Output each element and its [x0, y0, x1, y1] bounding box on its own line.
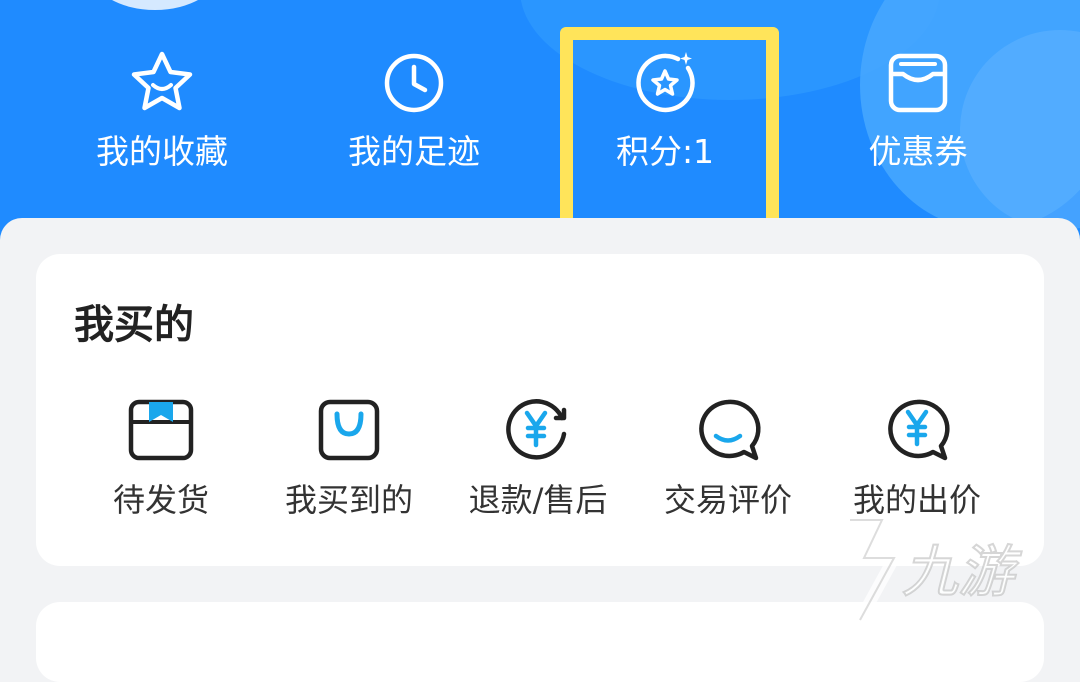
section-title: 我买的 [74, 302, 194, 348]
highlight-box [560, 27, 779, 240]
pending-shipment-label: 待发货 [112, 481, 209, 519]
pending-shipment-entry[interactable]: 待发货 [66, 398, 256, 528]
chat-smile-icon [699, 399, 761, 461]
coupon-label: 优惠券 [868, 132, 968, 171]
favorites-label: 我的收藏 [96, 132, 228, 171]
history-label: 我的足迹 [348, 132, 480, 171]
star-face-icon [131, 51, 193, 111]
shopping-bag-icon [318, 399, 380, 461]
watermark-text: 九游 [901, 539, 1015, 606]
history-shortcut[interactable]: 我的足迹 [314, 48, 514, 198]
clock-icon [384, 53, 444, 113]
refund-yen-icon [506, 399, 567, 460]
refund-after-sales-entry[interactable]: 退款/售后 [443, 398, 633, 528]
favorites-shortcut[interactable]: 我的收藏 [62, 48, 262, 198]
coupon-shortcut[interactable]: 优惠券 [818, 48, 1018, 198]
coupon-icon [888, 53, 948, 113]
purchased-entry[interactable]: 我买到的 [254, 398, 444, 528]
trade-review-entry[interactable]: 交易评价 [633, 398, 823, 528]
bid-yen-bubble-icon [888, 399, 950, 461]
refund-label: 退款/售后 [468, 481, 608, 519]
purchased-label: 我买到的 [284, 481, 413, 519]
trade-review-label: 交易评价 [663, 481, 792, 519]
avatar-edge [90, 0, 220, 10]
package-box-icon [128, 399, 194, 461]
profile-header: 我的收藏 我的足迹 积分:1 优惠券 [0, 0, 1080, 240]
